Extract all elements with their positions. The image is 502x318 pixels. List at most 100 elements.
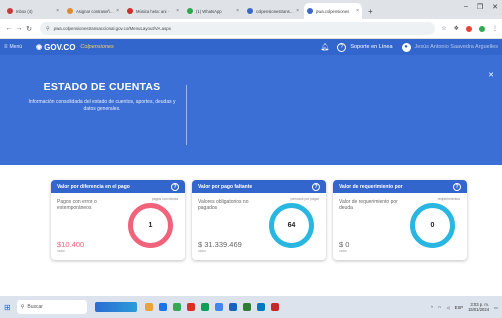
windows-start-icon[interactable]: ⊞ (4, 303, 11, 312)
volume-icon[interactable]: ◁ (446, 305, 449, 310)
user-name[interactable]: Jesús Antonio Saavedra Arguelles (415, 44, 498, 50)
count-ring: 64 (269, 203, 314, 248)
card-pill-label: requerimientos (437, 197, 460, 201)
tab-title: (1) WhatsApp (196, 8, 222, 14)
back-arrow-icon[interactable]: ← (4, 25, 14, 32)
card-amount-caption: valor (198, 249, 206, 253)
browser-tab[interactable]: colpensionestransac × (244, 3, 302, 19)
minimize-icon[interactable]: – (464, 3, 468, 11)
card-body: Valores obligatorios no pagados periodos… (192, 193, 326, 260)
card-label: Pagos con error o extemporáneos (57, 199, 97, 211)
app-icon[interactable] (186, 303, 195, 311)
search-icon: ⚲ (20, 304, 25, 310)
taskbar-widget[interactable] (94, 302, 137, 312)
app-icon[interactable] (200, 303, 209, 311)
clock-date: 15/01/2024 (468, 307, 490, 312)
forward-arrow-icon[interactable]: → (14, 25, 24, 32)
restore-icon[interactable]: ❐ (477, 3, 483, 11)
govco-text: GOV.CO (44, 42, 76, 52)
support-link[interactable]: Soporte en Línea (350, 44, 392, 50)
user-avatar-icon[interactable]: ● (401, 42, 411, 52)
govco-shield-icon: ◉ (36, 44, 43, 51)
help-circle-icon[interactable]: ? (337, 42, 347, 52)
card-missing-payment[interactable]: Valor por pago faltante ? Valores obliga… (192, 180, 326, 260)
close-icon[interactable]: × (174, 8, 179, 14)
browser-tab[interactable]: (1) WhatsApp × (184, 3, 242, 19)
tab-title: Inbox (4) (16, 8, 33, 14)
extension-dot-icon[interactable] (479, 25, 485, 32)
windows-taskbar: ⊞ ⚲ Buscar ^ ◠ ◁ ESP 3:03 p. m. 15/01/20… (0, 296, 502, 318)
card-header: Valor de requerimiento por ? (333, 180, 467, 193)
extension-dot-icon[interactable] (466, 25, 472, 32)
browser-tab-strip: Inbox (4) × Asignar contraseña · × Música … (0, 0, 502, 19)
count-ring: 1 (128, 203, 173, 248)
card-amount: $10.400 (57, 240, 85, 249)
browser-tab[interactable]: Inbox (4) × (4, 3, 62, 19)
notification-icon[interactable]: ▭ (494, 305, 498, 310)
url-input[interactable]: ⚲ pwa.colpensionestransaccional.gov.co/M… (40, 22, 435, 35)
colpensiones-logo[interactable]: Colpensiones (80, 44, 113, 50)
app-icon[interactable] (270, 303, 279, 311)
app-icon[interactable] (158, 303, 167, 311)
wifi-icon[interactable]: ◠ (438, 305, 442, 310)
banner-text: ESTADO DE CUENTAS Información consolidad… (22, 81, 182, 113)
card-label: Valores obligatorios no pagados (198, 199, 249, 211)
extension-icon[interactable]: ❖ (454, 25, 459, 32)
close-icon[interactable]: × (234, 8, 239, 14)
reload-icon[interactable]: ↻ (24, 25, 34, 33)
tab-favicon (187, 8, 193, 14)
browser-tab-active[interactable]: pwa.colpensiones × (304, 3, 362, 19)
card-title: Valor por pago faltante (198, 183, 253, 190)
browser-tab[interactable]: Asignar contraseña · × (64, 3, 122, 19)
tab-favicon (127, 8, 133, 14)
kebab-menu-icon[interactable]: ⋮ (492, 25, 498, 32)
clock[interactable]: 3:03 p. m. 15/01/2024 (468, 302, 489, 312)
close-icon[interactable]: ✕ (488, 71, 494, 79)
new-tab-icon[interactable]: + (364, 7, 378, 19)
bell-icon[interactable]: 🔔︎ (320, 43, 329, 51)
tab-title: colpensionestransac (256, 8, 295, 14)
banner-description: Información consolidada del estado de cu… (28, 99, 176, 112)
lock-icon[interactable]: ⚲ (46, 26, 50, 32)
file-explorer-icon[interactable] (144, 303, 153, 311)
chevron-up-icon[interactable]: ^ (431, 305, 433, 310)
star-icon[interactable]: ☆ (441, 25, 446, 32)
close-icon[interactable]: × (114, 8, 119, 14)
app-icon[interactable] (256, 303, 265, 311)
tab-title: Música heta: ani · (136, 8, 170, 14)
count-ring: 0 (410, 203, 455, 248)
app-icon[interactable] (228, 303, 237, 311)
card-amount: $ 31.339.469 (198, 240, 242, 249)
browser-tab[interactable]: Música heta: ani · × (124, 3, 182, 19)
chrome-icon[interactable] (214, 303, 223, 311)
app-icon[interactable] (242, 303, 251, 311)
language-indicator[interactable]: ESP (455, 305, 463, 310)
card-title: Valor por diferencia en el pago (57, 183, 130, 190)
menu-button[interactable]: ≡ Menú (4, 44, 22, 50)
card-amount: $ 0 (339, 240, 350, 249)
app-icon[interactable] (172, 303, 181, 311)
help-circle-icon[interactable]: ? (312, 182, 320, 191)
card-body: Pagos con error o extemporáneos pagos co… (51, 193, 185, 260)
app-header: ≡ Menú ◉ GOV.CO Colpensiones 🔔︎ ? Soport… (0, 39, 502, 55)
count-value: 1 (148, 222, 153, 229)
card-requirement[interactable]: Valor de requerimiento por ? Valor de re… (333, 180, 467, 260)
card-amount-caption: valor (57, 249, 65, 253)
close-window-icon[interactable]: ✕ (492, 3, 498, 11)
close-icon[interactable]: × (294, 8, 299, 14)
system-tray: ^ ◠ ◁ ESP 3:03 p. m. 15/01/2024 ▭ (431, 302, 498, 312)
card-payment-difference[interactable]: Valor por diferencia en el pago ? Pagos … (51, 180, 185, 260)
card-pill-label: pagos con deuda (151, 197, 178, 201)
taskbar-apps (144, 303, 279, 311)
close-icon[interactable]: × (54, 8, 59, 14)
tab-title: Asignar contraseña · (76, 8, 115, 14)
card-title: Valor de requerimiento por (339, 183, 403, 190)
taskbar-search[interactable]: ⚲ Buscar (16, 300, 87, 314)
window-controls: – ❐ ✕ (464, 3, 498, 11)
help-circle-icon[interactable]: ? (171, 182, 179, 191)
close-icon[interactable]: × (354, 8, 359, 14)
hamburger-icon: ≡ (4, 44, 8, 50)
help-circle-icon[interactable]: ? (453, 182, 461, 191)
govco-logo[interactable]: ◉ GOV.CO (36, 43, 75, 52)
card-amount-caption: valor (339, 249, 347, 253)
